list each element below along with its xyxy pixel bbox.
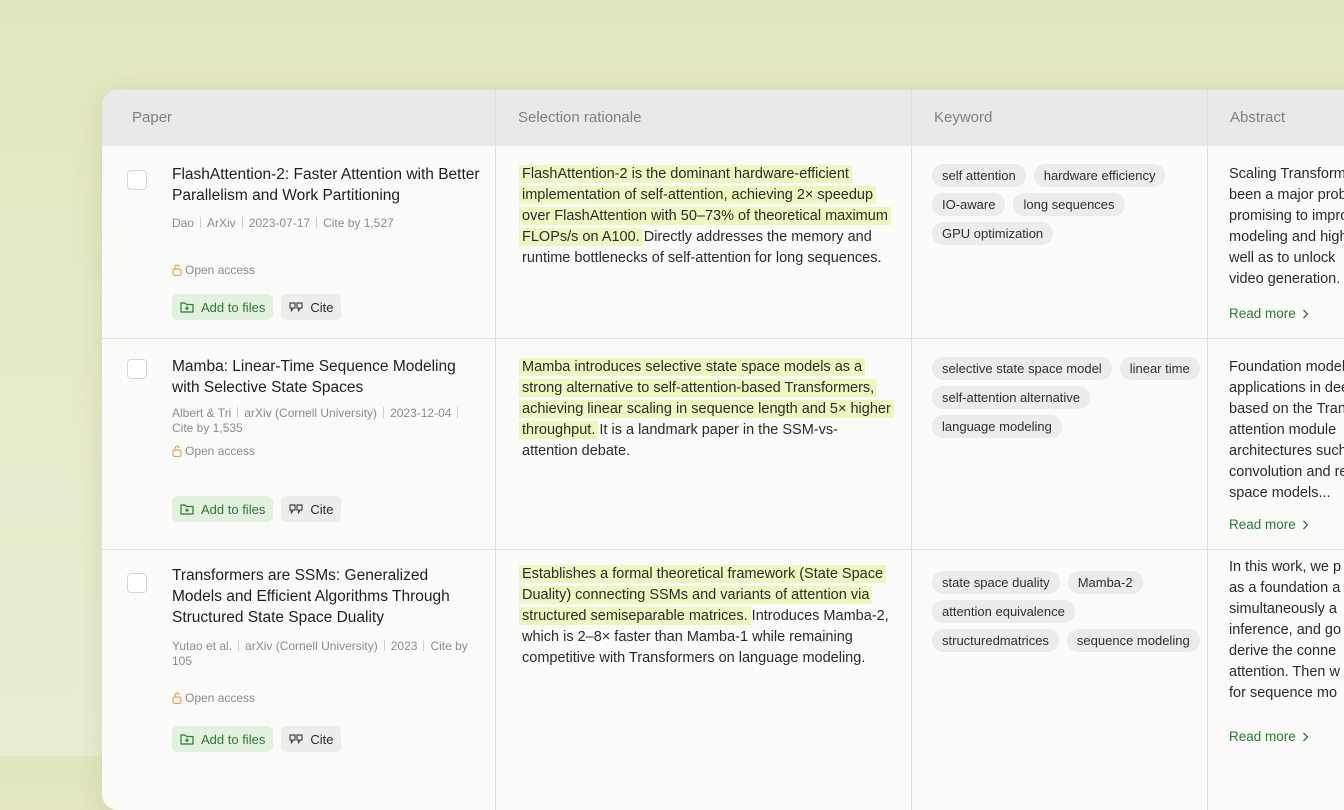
read-more-link[interactable]: Read more: [1229, 729, 1309, 744]
keyword-list: state space duality Mamba-2 attention eq…: [932, 571, 1202, 652]
keyword-tag[interactable]: structuredmatrices: [932, 629, 1059, 652]
keyword-tag[interactable]: self attention: [932, 164, 1026, 187]
folder-add-icon: [180, 734, 194, 745]
paper-authors: Yutao et al.: [172, 639, 233, 653]
open-lock-icon: [172, 692, 182, 704]
folder-add-icon: [180, 302, 194, 313]
paper-cite-count: Cite by 1,527: [323, 216, 394, 230]
folder-add-icon: [180, 504, 194, 515]
keyword-tag[interactable]: hardware efficiency: [1033, 164, 1166, 187]
paper-date: 2023-12-04: [390, 406, 452, 420]
paper-meta: Yutao et al. arXiv (Cornell University) 20…: [172, 639, 482, 669]
table-row: Transformers are SSMs: Generalized Model…: [102, 549, 1344, 810]
paper-authors: Dao: [172, 216, 195, 230]
paper-date: 2023: [390, 639, 418, 653]
add-to-files-button[interactable]: Add to files: [172, 726, 274, 752]
cite-button[interactable]: Cite: [281, 496, 342, 522]
add-to-files-button[interactable]: Add to files: [172, 496, 274, 522]
paper-meta: Dao ArXiv 2023-07-17 Cite by 1,527: [172, 216, 482, 231]
selection-rationale: FlashAttention-2 is the dominant hardwar…: [519, 164, 892, 269]
column-header-keyword[interactable]: Keyword: [912, 90, 1208, 146]
paper-title[interactable]: Transformers are SSMs: Generalized Model…: [172, 565, 482, 628]
papers-table: Paper Selection rationale Keyword Abstra…: [102, 90, 1344, 810]
paper-venue: arXiv (Cornell University): [244, 406, 378, 420]
keyword-tag[interactable]: selective state space model: [932, 357, 1112, 380]
keyword-tag[interactable]: GPU optimization: [932, 222, 1054, 245]
cite-button[interactable]: Cite: [281, 726, 342, 752]
paper-venue: arXiv (Cornell University): [245, 639, 378, 653]
selection-rationale: Establishes a formal theoretical framewo…: [519, 564, 892, 669]
quote-icon: [289, 734, 303, 744]
chevron-right-icon: [1302, 520, 1309, 530]
abstract-text: In this work, we p as a foundation a sim…: [1229, 559, 1342, 701]
keyword-list: selective state space model linear time …: [932, 357, 1202, 438]
paper-date: 2023-07-17: [248, 216, 311, 230]
keyword-tag[interactable]: Mamba-2: [1067, 571, 1143, 594]
abstract-text: Scaling Transformers been a major proble…: [1229, 166, 1344, 287]
open-access-badge: Open access: [172, 263, 255, 277]
table-row: Mamba: Linear-Time Sequence Modeling wit…: [102, 338, 1344, 550]
keyword-tag[interactable]: linear time: [1119, 357, 1200, 380]
open-lock-icon: [172, 445, 182, 457]
read-more-link[interactable]: Read more: [1229, 306, 1309, 321]
open-access-badge: Open access: [172, 691, 255, 705]
chevron-right-icon: [1302, 309, 1309, 319]
table-header: Paper Selection rationale Keyword Abstra…: [102, 90, 1344, 146]
paper-title[interactable]: FlashAttention-2: Faster Attention with …: [172, 164, 482, 206]
read-more-link[interactable]: Read more: [1229, 517, 1309, 532]
open-access-badge: Open access: [172, 444, 255, 458]
keyword-tag[interactable]: IO-aware: [932, 193, 1006, 216]
keyword-tag[interactable]: state space duality: [932, 571, 1060, 594]
quote-icon: [289, 302, 303, 312]
paper-venue: ArXiv: [207, 216, 236, 230]
paper-cite-count: Cite by 1,535: [172, 421, 243, 435]
paper-meta: Albert & Tri arXiv (Cornell University) 20…: [172, 406, 482, 436]
keyword-tag[interactable]: language modeling: [932, 415, 1062, 438]
cite-button[interactable]: Cite: [281, 294, 342, 320]
keyword-tag[interactable]: sequence modeling: [1066, 629, 1200, 652]
column-header-abstract[interactable]: Abstract: [1208, 90, 1344, 146]
open-lock-icon: [172, 264, 182, 276]
add-to-files-button[interactable]: Add to files: [172, 294, 274, 320]
chevron-right-icon: [1302, 732, 1309, 742]
keyword-list: self attention hardware efficiency IO-aw…: [932, 164, 1202, 245]
row-checkbox[interactable]: [127, 170, 147, 190]
keyword-tag[interactable]: attention equivalence: [932, 600, 1075, 623]
keyword-tag[interactable]: self-attention alternative: [932, 386, 1091, 409]
selection-rationale: Mamba introduces selective state space m…: [519, 357, 894, 462]
quote-icon: [289, 504, 303, 514]
paper-authors: Albert & Tri: [172, 406, 232, 420]
column-header-rationale[interactable]: Selection rationale: [496, 90, 912, 146]
table-row: FlashAttention-2: Faster Attention with …: [102, 146, 1344, 338]
abstract-text: Foundation models applications in deep b…: [1229, 359, 1344, 501]
row-checkbox[interactable]: [127, 359, 147, 379]
paper-title[interactable]: Mamba: Linear-Time Sequence Modeling wit…: [172, 356, 482, 398]
row-checkbox[interactable]: [127, 573, 147, 593]
keyword-tag[interactable]: long sequences: [1013, 193, 1125, 216]
column-header-paper[interactable]: Paper: [102, 90, 496, 146]
